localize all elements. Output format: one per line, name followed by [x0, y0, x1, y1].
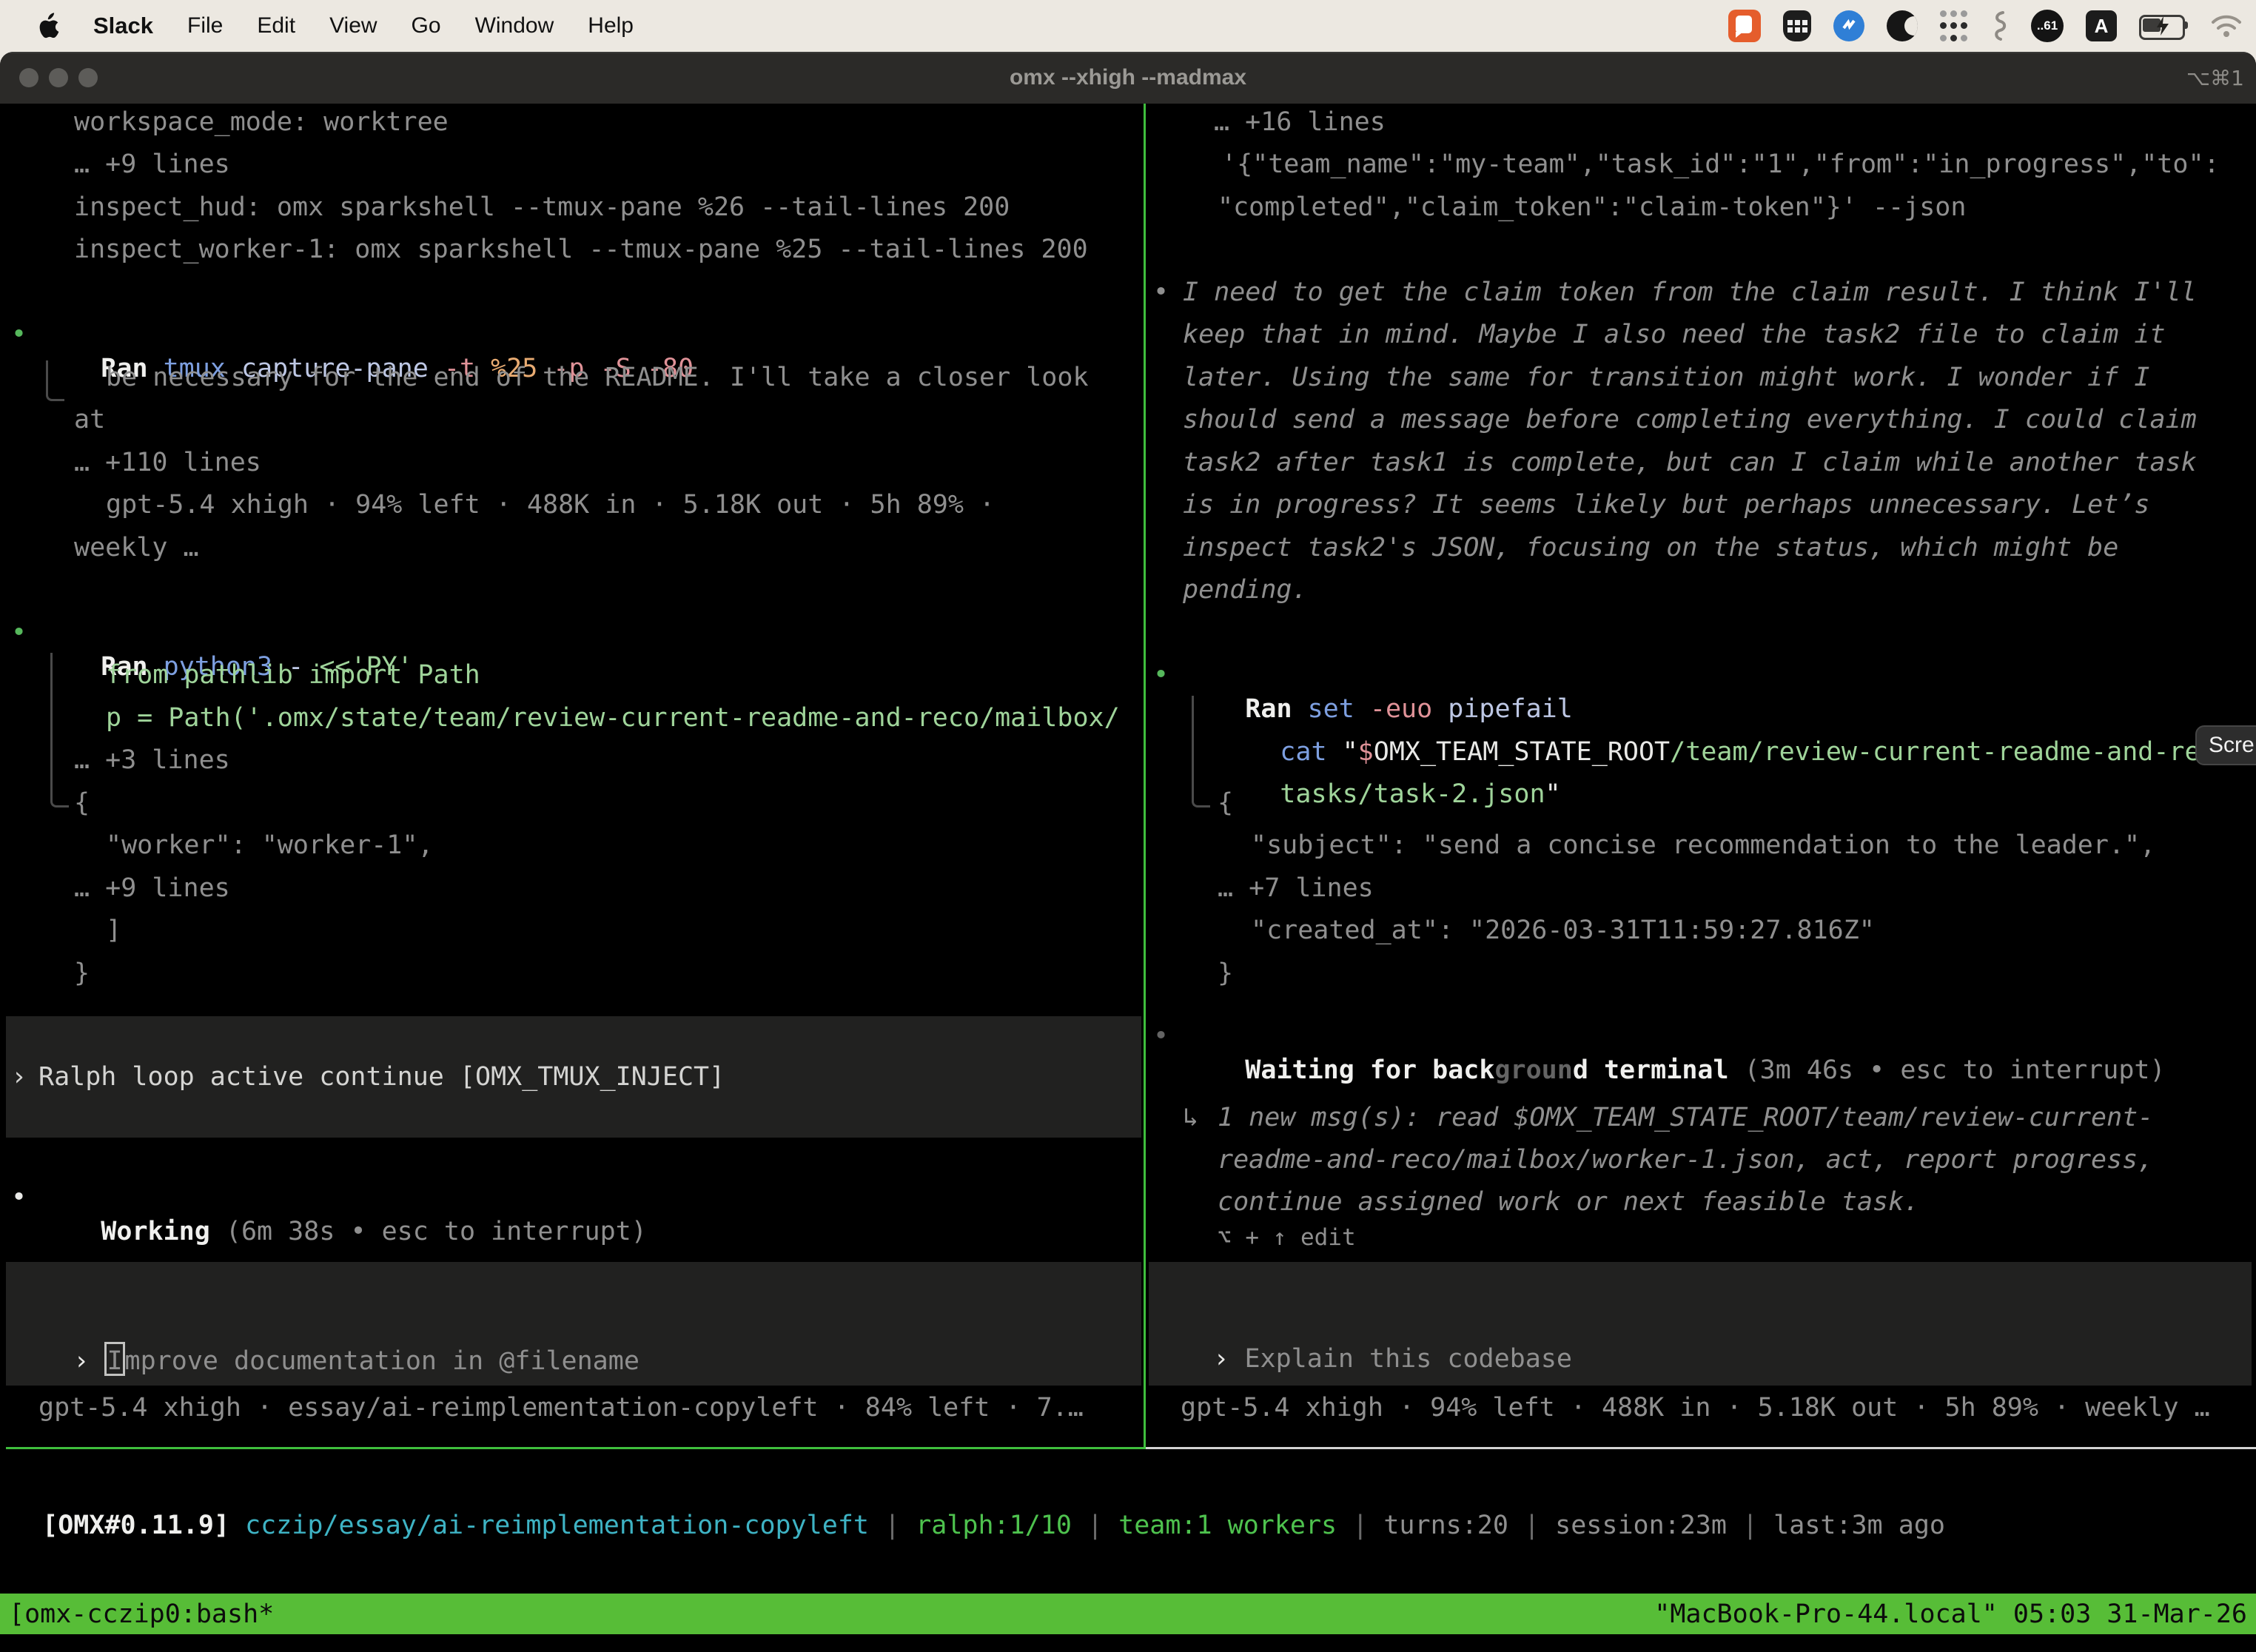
tmux-status-bar: [omx-cczip0:bash* "MacBook-Pro-44.local"… — [0, 1594, 2256, 1634]
ralph-prompt-chevron: › — [11, 1060, 27, 1094]
thinking-line: task2 after task1 is complete, but can I… — [1183, 446, 2197, 480]
terminal-line: inspect_worker-1: omx sparkshell --tmux-… — [74, 232, 1088, 266]
collapsed-lines-indicator: … +16 lines — [1214, 105, 1386, 139]
window-titlebar[interactable]: omx --xhigh --madmax ⌥⌘1 — [0, 52, 2256, 104]
command-output-line: ] — [106, 913, 121, 947]
text-cursor: I — [104, 1342, 124, 1376]
battery-icon[interactable] — [2139, 15, 2188, 37]
menu-item-help[interactable]: Help — [588, 13, 634, 38]
command-output-line: { — [74, 786, 90, 820]
menu-bar-left: Slack File Edit View Go Window Help — [0, 10, 634, 42]
thinking-line: later. Using the same for transition mig… — [1183, 360, 2149, 394]
thinking-line: pending. — [1183, 573, 1308, 607]
input-source-icon[interactable]: A — [2086, 10, 2117, 41]
apple-icon[interactable] — [37, 10, 59, 42]
menu-bar: Slack File Edit View Go Window Help — [0, 0, 2256, 52]
collapsed-lines-indicator: … +9 lines — [74, 871, 230, 905]
code-line: p = Path('.omx/state/team/review-current… — [106, 701, 1120, 735]
command-output-line: } — [74, 956, 90, 990]
collapsed-lines-indicator: … +7 lines — [1218, 871, 1374, 905]
terminal-line: inspect_hud: omx sparkshell --tmux-pane … — [74, 190, 1010, 224]
moon-icon[interactable] — [1887, 10, 1918, 41]
command-output-line: weekly … — [74, 531, 199, 565]
working-bullet: • — [11, 1181, 27, 1215]
session-status-line: gpt-5.4 xhigh · essay/ai-reimplementatio… — [38, 1391, 1084, 1425]
ralph-status-text: Ralph loop active continue [OMX_TMUX_INJ… — [38, 1060, 725, 1094]
mailbox-message-line: readme-and-reco/mailbox/worker-1.json, a… — [1218, 1143, 2153, 1177]
menu-item-view[interactable]: View — [329, 13, 377, 38]
mailbox-message-line: 1 new msg(s): read $OMX_TEAM_STATE_ROOT/… — [1218, 1101, 2153, 1135]
tmux-host-clock: "MacBook-Pro-44.local" 05:03 31-Mar-26 — [1654, 1599, 2247, 1629]
command-output-line: } — [1218, 956, 1233, 990]
command-output-line: gpt-5.4 xhigh · 94% left · 488K in · 5.1… — [106, 488, 995, 522]
menu-item-file[interactable]: File — [187, 13, 223, 38]
omx-status-line: [OMX#0.11.9] cczip/essay/ai-reimplementa… — [11, 1474, 1945, 1542]
collapsed-lines-indicator: … +9 lines — [74, 147, 230, 181]
code-line: from pathlib import Path — [106, 658, 480, 692]
privacy-shield-icon[interactable] — [1783, 10, 1811, 41]
wifi-icon[interactable] — [2210, 10, 2243, 42]
squiggle-icon[interactable] — [1990, 10, 2009, 42]
command-output-line: "subject": "send a concise recommendatio… — [1251, 828, 2155, 862]
vpn-badge-icon[interactable] — [1833, 10, 1864, 41]
screen-share-icon[interactable] — [1728, 10, 1761, 42]
thinking-line: is in progress? It seems likely but perh… — [1183, 488, 2149, 522]
right-pane-bottom-border — [1146, 1447, 2256, 1449]
screen: { "colors": { "menubar_bg": "#ece8e1", "… — [0, 0, 2256, 1652]
terminal-line: workspace_mode: worktree — [74, 105, 449, 139]
menu-app-name[interactable]: Slack — [93, 13, 153, 39]
session-status-line: gpt-5.4 xhigh · 94% left · 488K in · 5.1… — [1181, 1391, 2210, 1425]
thinking-line: I need to get the claim token from the c… — [1183, 275, 2197, 309]
waiting-bullet: • — [1153, 1019, 1169, 1053]
tmux-session-window[interactable]: [omx-cczip0:bash* — [9, 1599, 274, 1629]
terminal-line: '{"team_name":"my-team","task_id":"1","f… — [1221, 147, 2220, 181]
thinking-line: should send a message before completing … — [1183, 403, 2197, 437]
menu-bar-status-icons: ..61 A — [1728, 10, 2256, 42]
command-output-line: "created_at": "2026-03-31T11:59:27.816Z" — [1251, 913, 1875, 947]
menu-item-edit[interactable]: Edit — [257, 13, 295, 38]
command-output-line: be necessary for the end of the README. … — [106, 360, 1089, 394]
command-bullet: • — [11, 318, 27, 352]
working-status: Working (6m 38s • esc to interrupt) — [38, 1181, 647, 1283]
command-bullet: • — [11, 616, 27, 650]
command-output-line: at — [74, 403, 105, 437]
pane-divider[interactable] — [1144, 104, 1146, 1449]
collapsed-lines-indicator: … +3 lines — [74, 743, 230, 777]
thinking-line: keep that in mind. Maybe I also need the… — [1183, 318, 2166, 352]
command-bullet: • — [1153, 658, 1169, 692]
keyboard-grid-icon[interactable] — [1940, 10, 1967, 42]
menu-item-window[interactable]: Window — [475, 13, 554, 38]
battery-percent-icon[interactable]: ..61 — [2031, 10, 2064, 42]
terminal-line: "completed","claim_token":"claim-token"}… — [1218, 190, 1966, 224]
command-output-line: { — [1218, 786, 1233, 820]
screen-share-tooltip: Scre — [2195, 725, 2256, 765]
thinking-bullet: • — [1153, 275, 1169, 309]
collapsed-lines-indicator: … +110 lines — [74, 446, 261, 480]
edit-shortcut-hint: ⌥ + ↑ edit — [1218, 1220, 1356, 1255]
thinking-line: inspect task2's JSON, focusing on the st… — [1183, 531, 2118, 565]
command-output-line: "worker": "worker-1", — [106, 828, 434, 862]
menu-item-go[interactable]: Go — [412, 13, 441, 38]
window-shortcut-hint: ⌥⌘1 — [2186, 52, 2244, 104]
mailbox-message-line: continue assigned work or next feasible … — [1218, 1185, 1919, 1219]
message-arrow-icon: ↳ — [1183, 1101, 1198, 1135]
window-title: omx --xhigh --madmax — [0, 52, 2256, 104]
left-pane-bottom-border — [6, 1447, 1144, 1449]
